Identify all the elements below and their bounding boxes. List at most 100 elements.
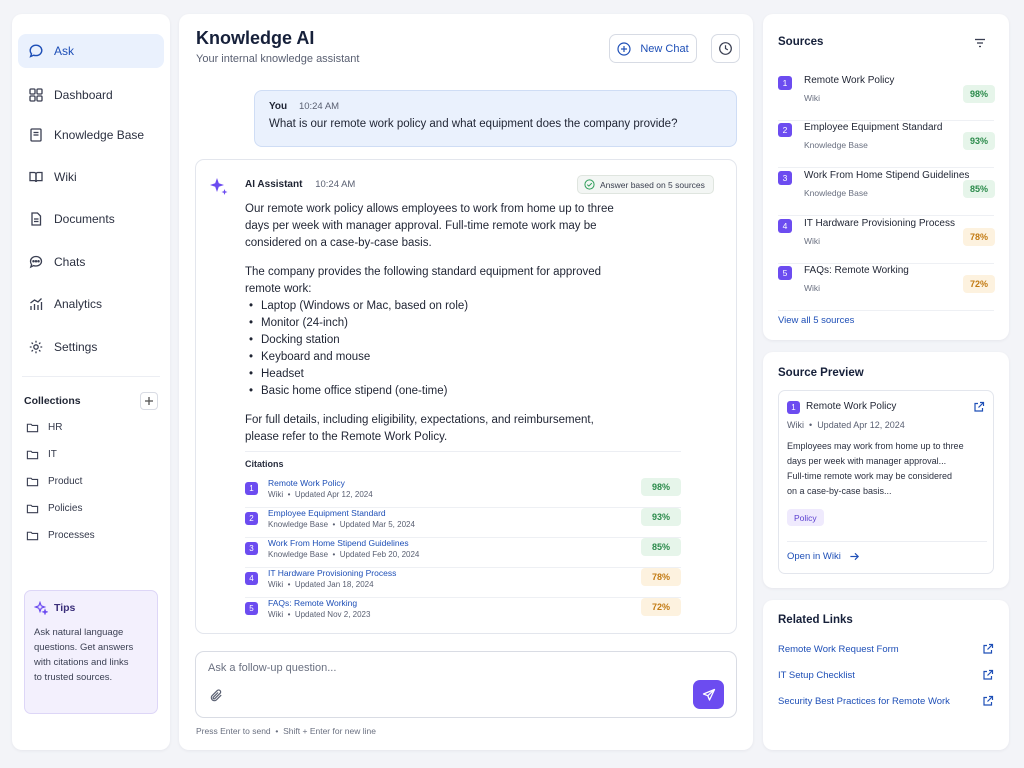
tips-line: with citations and links	[34, 657, 129, 668]
relevance-score: 85%	[641, 538, 681, 556]
source-number: 1	[787, 401, 800, 414]
nav-item-chats[interactable]: Chats	[18, 245, 164, 279]
collection-item-product[interactable]: Product	[26, 475, 82, 488]
tips-text: Ask natural language questions. Get answ…	[34, 625, 148, 685]
citation-title[interactable]: FAQs: Remote Working	[268, 598, 357, 608]
related-link[interactable]: IT Setup Checklist	[778, 668, 994, 682]
bullet-separator: •	[287, 490, 291, 499]
relevance-score: 72%	[963, 275, 995, 293]
chat-panel: Knowledge AI Your internal knowledge ass…	[179, 14, 753, 750]
citation-row[interactable]: 1 Remote Work Policy Wiki • Updated Apr …	[245, 478, 681, 508]
nav-item-dashboard[interactable]: Dashboard	[18, 78, 164, 112]
collection-item-policies[interactable]: Policies	[26, 502, 82, 515]
excerpt-line: Full-time remote work may be considered	[787, 471, 953, 481]
bullet-separator: •	[275, 726, 279, 736]
citation-title[interactable]: Employee Equipment Standard	[268, 508, 386, 518]
citations-title: Citations	[245, 459, 284, 469]
hint-key: Press Enter	[196, 726, 241, 736]
page-subtitle: Your internal knowledge assistant	[196, 53, 360, 65]
citation-row[interactable]: 5 FAQs: Remote Working Wiki • Updated No…	[245, 598, 681, 628]
source-type: Knowledge Base	[804, 188, 868, 198]
source-item[interactable]: 3 Work From Home Stipend Guidelines Know…	[778, 169, 995, 216]
add-collection-button[interactable]	[140, 392, 158, 410]
citation-updated: Updated Feb 20, 2024	[339, 550, 420, 559]
related-links-panel: Related Links Remote Work Request Form I…	[763, 600, 1009, 750]
source-item[interactable]: 1 Remote Work Policy Wiki 98%	[778, 74, 995, 121]
dashboard-icon	[29, 88, 43, 102]
citation-source: Wiki	[268, 610, 284, 619]
filter-icon[interactable]	[973, 36, 987, 50]
citation-row[interactable]: 4 IT Hardware Provisioning Process Wiki …	[245, 568, 681, 598]
bullet-separator: •	[332, 520, 336, 529]
source-item[interactable]: 5 FAQs: Remote Working Wiki 72%	[778, 264, 995, 311]
history-button[interactable]	[711, 34, 740, 63]
book-icon	[30, 128, 42, 142]
chat-bubble-icon	[29, 44, 43, 58]
relevance-score: 85%	[963, 180, 995, 198]
collection-label: Product	[48, 476, 83, 487]
send-button[interactable]	[693, 680, 724, 709]
nav-item-wiki[interactable]: Wiki	[18, 160, 164, 194]
nav-item-ask[interactable]: Ask	[18, 34, 164, 68]
preview-title: Source Preview	[778, 367, 864, 379]
citation-source: Wiki	[268, 580, 284, 589]
citation-meta: Wiki • Updated Nov 2, 2023	[268, 610, 370, 619]
new-chat-label: New Chat	[640, 42, 689, 55]
nav-label: Analytics	[54, 297, 103, 311]
view-all-sources-link[interactable]: View all 5 sources	[778, 315, 854, 326]
citation-row[interactable]: 2 Employee Equipment Standard Knowledge …	[245, 508, 681, 538]
list-item: Monitor (24-inch)	[245, 315, 645, 332]
ai-message-time: 10:24 AM	[315, 179, 356, 190]
send-icon	[702, 688, 715, 701]
paperclip-icon[interactable]	[209, 688, 224, 703]
nav-item-knowledge-base[interactable]: Knowledge Base	[18, 118, 164, 152]
preview-card: 1 Remote Work Policy Wiki • Updated Apr …	[778, 390, 994, 574]
hint-text: for new line	[332, 726, 376, 736]
external-link-icon[interactable]	[973, 401, 985, 413]
preview-updated: Updated Apr 12, 2024	[817, 420, 905, 430]
open-in-wiki-link[interactable]: Open in Wiki	[787, 551, 860, 562]
nav-label: Documents	[54, 212, 115, 226]
follow-up-input[interactable]	[208, 662, 608, 674]
sparkle-icon	[34, 601, 48, 615]
equipment-list: Laptop (Windows or Mac, based on role) M…	[245, 298, 645, 400]
sources-title: Sources	[778, 36, 824, 48]
source-item[interactable]: 2 Employee Equipment Standard Knowledge …	[778, 121, 995, 168]
related-link-label: Remote Work Request Form	[778, 643, 899, 655]
ai-text-line: days per week with manager approval. Ful…	[245, 220, 597, 232]
related-link[interactable]: Remote Work Request Form	[778, 642, 994, 656]
source-title: Remote Work Policy	[804, 75, 895, 86]
sources-badge: Answer based on 5 sources	[577, 175, 714, 194]
ai-text-line: The company provides the following stand…	[245, 266, 602, 278]
source-number: 4	[778, 219, 792, 233]
citation-number: 4	[245, 572, 258, 585]
chat-icon	[29, 255, 43, 269]
related-link[interactable]: Security Best Practices for Remote Work	[778, 694, 994, 708]
nav-item-documents[interactable]: Documents	[18, 202, 164, 236]
relevance-score: 93%	[963, 132, 995, 150]
nav-item-analytics[interactable]: Analytics	[18, 287, 164, 321]
bullet-separator: •	[809, 420, 813, 430]
collection-item-it[interactable]: IT	[26, 448, 57, 461]
list-item: Basic home office stipend (one-time)	[245, 383, 645, 400]
list-item: Docking station	[245, 332, 645, 349]
citation-title[interactable]: Remote Work Policy	[268, 478, 345, 488]
relevance-score: 78%	[641, 568, 681, 586]
collection-item-hr[interactable]: HR	[26, 421, 62, 434]
ai-message-header: AI Assistant 10:24 AM	[245, 179, 355, 190]
citation-title[interactable]: Work From Home Stipend Guidelines	[268, 538, 409, 548]
new-chat-button[interactable]: New Chat	[609, 34, 697, 63]
nav-item-settings[interactable]: Settings	[18, 330, 164, 364]
source-title: Employee Equipment Standard	[804, 122, 943, 133]
ai-message: AI Assistant 10:24 AM Answer based on 5 …	[195, 159, 737, 634]
user-author: You	[269, 101, 288, 112]
source-item[interactable]: 4 IT Hardware Provisioning Process Wiki …	[778, 217, 995, 264]
preview-doc-title: Remote Work Policy	[806, 401, 897, 412]
bullet-separator: •	[287, 580, 291, 589]
folder-icon	[26, 531, 39, 541]
collection-item-processes[interactable]: Processes	[26, 529, 95, 542]
bullet-separator: •	[332, 550, 336, 559]
open-in-wiki-label: Open in Wiki	[787, 551, 841, 562]
citation-title[interactable]: IT Hardware Provisioning Process	[268, 568, 396, 578]
citation-row[interactable]: 3 Work From Home Stipend Guidelines Know…	[245, 538, 681, 568]
